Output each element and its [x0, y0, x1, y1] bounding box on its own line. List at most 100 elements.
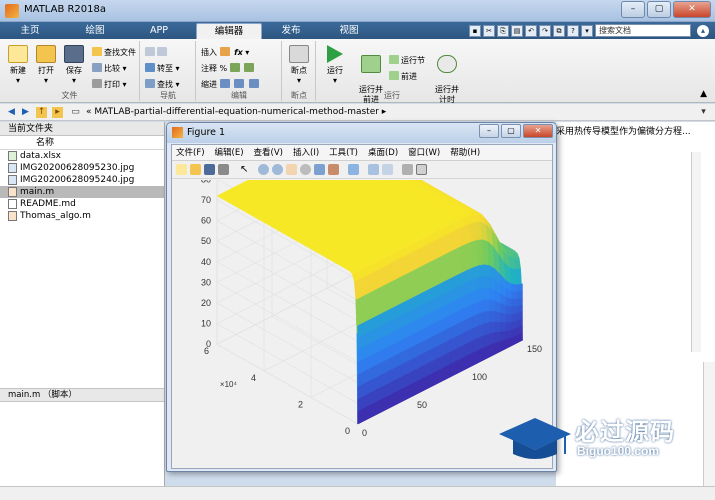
list-item[interactable]: IMG20200628095230.jpg	[0, 162, 164, 174]
up-folder-icon[interactable]: ↑	[36, 107, 47, 118]
menu-view[interactable]: 查看(V)	[254, 145, 283, 160]
tab-editor[interactable]: 编辑器	[196, 23, 262, 39]
surface-wall	[505, 297, 512, 308]
run-section-button[interactable]: 运行节	[389, 55, 425, 67]
list-item[interactable]: IMG20200628095240.jpg	[0, 174, 164, 186]
pan-hand-icon[interactable]	[286, 164, 297, 175]
menu-help[interactable]: 帮助(H)	[450, 145, 480, 160]
editor-line[interactable]: 采用热传导模型作为偏微分方程...	[556, 124, 691, 137]
grid-line	[216, 261, 359, 342]
surface-wall	[500, 312, 507, 323]
forward-arrow-icon[interactable]: ▶	[20, 107, 31, 118]
surface-wall	[505, 305, 512, 315]
show-plot-tools-icon[interactable]	[416, 164, 427, 175]
surface-wall	[511, 291, 518, 300]
surface-wall	[395, 388, 402, 405]
list-item[interactable]: data.xlsx	[0, 150, 164, 162]
tab-publish[interactable]: 发布	[264, 23, 318, 39]
colorbar-icon[interactable]	[368, 164, 379, 175]
list-item[interactable]: Thomas_algo.m	[0, 210, 164, 222]
cut-icon[interactable]: ✂	[483, 24, 495, 37]
tab-apps[interactable]: APP	[132, 23, 186, 39]
switch-windows-icon[interactable]: ⧉	[553, 24, 565, 37]
advance-button[interactable]: 前进	[389, 71, 417, 83]
breakpoints-button[interactable]: 断点 ▾	[283, 45, 315, 85]
tab-view[interactable]: 视图	[322, 23, 376, 39]
print-figure-icon[interactable]	[218, 164, 229, 175]
comment-button[interactable]: 注释 %	[201, 63, 256, 75]
surface-wall	[456, 357, 463, 374]
figure-close-button[interactable]: ✕	[523, 124, 553, 138]
surface-wall	[450, 360, 457, 377]
menu-edit[interactable]: 编辑(E)	[215, 145, 244, 160]
search-input[interactable]: 搜索文档	[595, 24, 691, 37]
collapse-toolstrip-icon[interactable]: ▲	[700, 89, 707, 99]
navigate-section-label: 导航	[160, 91, 176, 100]
arrow-right-icon	[157, 47, 167, 56]
brush-icon[interactable]	[328, 164, 339, 175]
bell-icon[interactable]: ▴	[697, 25, 709, 37]
dropdown-icon[interactable]: ▾	[581, 24, 593, 37]
zoom-out-icon[interactable]	[272, 164, 283, 175]
paste-icon[interactable]: ▤	[511, 24, 523, 37]
editor-scrollbar[interactable]	[691, 152, 701, 352]
data-cursor-icon[interactable]	[314, 164, 325, 175]
figure-minimize-button[interactable]: –	[479, 124, 499, 138]
name-column-header[interactable]: 名称	[0, 136, 164, 150]
list-item[interactable]: README.md	[0, 198, 164, 210]
minimize-button[interactable]: –	[621, 1, 645, 18]
address-dropdown-icon[interactable]: ▾	[698, 107, 709, 118]
maximize-button[interactable]: ▢	[647, 1, 671, 18]
link-plot-icon[interactable]	[348, 164, 359, 175]
copy-icon[interactable]: ⎘	[497, 24, 509, 37]
tab-plots[interactable]: 绘图	[68, 23, 122, 39]
menu-file[interactable]: 文件(F)	[176, 145, 205, 160]
insert-button[interactable]: 插入 fx ▾	[201, 47, 249, 59]
x-tick-label: 150	[527, 344, 542, 354]
hide-plot-tools-icon[interactable]	[402, 164, 413, 175]
menu-insert[interactable]: 插入(I)	[293, 145, 319, 160]
folder-path[interactable]: « MATLAB-partial-differential-equation-n…	[86, 107, 386, 117]
back-arrow-icon[interactable]: ◀	[6, 107, 17, 118]
menu-tools[interactable]: 工具(T)	[329, 145, 358, 160]
goto-button[interactable]: 转至 ▾	[145, 63, 180, 75]
figure-title-bar[interactable]: Figure 1 – ▢ ✕	[167, 123, 556, 143]
quick-save-icon[interactable]: ▪	[469, 24, 481, 37]
save-button[interactable]: 保存 ▾	[58, 45, 90, 85]
menu-desktop[interactable]: 桌面(D)	[368, 145, 398, 160]
nav-back-button[interactable]	[145, 47, 169, 59]
save-figure-icon[interactable]	[204, 164, 215, 175]
surface-wall	[406, 383, 413, 399]
fx-icon[interactable]: fx	[234, 48, 243, 57]
run-section: 运行 ▾ 运行并 前进 运行节 前进 运行并 计时 运行	[317, 41, 467, 104]
legend-icon[interactable]	[382, 164, 393, 175]
redo-icon[interactable]: ↷	[539, 24, 551, 37]
rotate-3d-icon[interactable]	[300, 164, 311, 175]
undo-icon[interactable]: ↶	[525, 24, 537, 37]
surface-wall	[478, 311, 485, 327]
menu-window[interactable]: 窗口(W)	[408, 145, 440, 160]
zoom-in-icon[interactable]	[258, 164, 269, 175]
list-item[interactable]: main.m	[0, 186, 164, 198]
new-figure-icon[interactable]	[176, 164, 187, 175]
tab-home[interactable]: 主页	[6, 23, 54, 39]
close-button[interactable]: ✕	[673, 1, 711, 18]
run-play-icon	[327, 45, 343, 63]
folder-open-icon	[36, 45, 56, 63]
surface-wall	[472, 349, 479, 366]
x-tick-label: 0	[362, 428, 367, 438]
watermark-text: 必过源码	[575, 417, 675, 446]
current-folder-panel: 当前文件夹 名称 data.xlsx IMG20200628095230.jpg…	[0, 122, 165, 500]
find-files-button[interactable]: 查找文件	[92, 47, 136, 59]
open-file-icon[interactable]	[190, 164, 201, 175]
drive-icon[interactable]: ▭	[70, 107, 81, 118]
z-tick-label: 20	[201, 298, 211, 308]
run-button[interactable]: 运行 ▾	[319, 45, 351, 85]
new-file-icon	[8, 45, 28, 63]
browse-folder-icon[interactable]: ▸	[52, 107, 63, 118]
help-circle-icon[interactable]: ?	[567, 24, 579, 37]
compare-button[interactable]: 比较 ▾	[92, 63, 127, 75]
excel-file-icon	[8, 151, 17, 161]
pointer-icon[interactable]: ↖	[240, 164, 251, 175]
figure-maximize-button[interactable]: ▢	[501, 124, 521, 138]
